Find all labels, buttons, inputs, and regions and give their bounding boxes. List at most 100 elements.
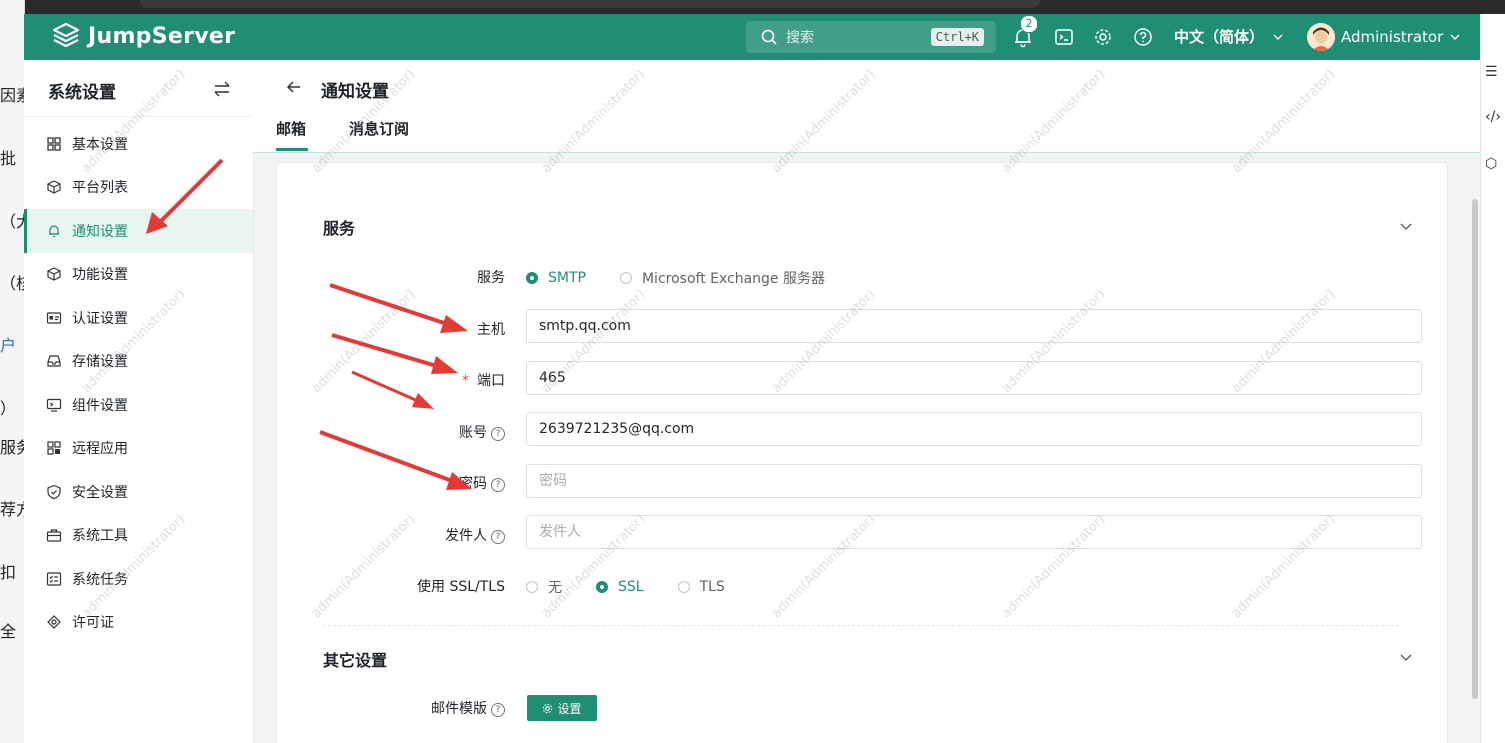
- browser-top-bar: [0, 0, 1505, 14]
- chevron-down-icon[interactable]: [1399, 650, 1413, 664]
- scrollbar[interactable]: [1472, 199, 1478, 699]
- template-label: 邮件模版: [431, 701, 487, 717]
- sender-field[interactable]: 发件人: [526, 515, 1422, 549]
- logo[interactable]: JumpServer: [52, 22, 235, 50]
- sidebar-item-label: 系统任务: [72, 571, 128, 588]
- radio-label: 无: [548, 580, 562, 596]
- port-label-row: * 端口: [285, 370, 505, 390]
- gear-icon: [543, 703, 553, 713]
- user-menu[interactable]: Administrator: [1307, 23, 1461, 51]
- sidebar-item-label: 许可证: [72, 615, 114, 632]
- radio-ssl[interactable]: SSL: [596, 579, 644, 595]
- radio-label: Microsoft Exchange 服务器: [641, 271, 825, 287]
- template-settings-button[interactable]: 设置: [527, 695, 597, 721]
- sidebar-item-component-settings[interactable]: 组件设置: [24, 383, 253, 427]
- radio-label: SSL: [618, 579, 644, 595]
- sidebar-item-storage-settings[interactable]: 存储设置: [24, 340, 253, 384]
- gear-icon[interactable]: [1092, 26, 1114, 48]
- sidebar-item-system-tools[interactable]: 系统工具: [24, 514, 253, 558]
- sidebar-item-remote-apps[interactable]: 远程应用: [24, 427, 253, 471]
- monitor-icon: [46, 398, 62, 412]
- sender-label-row: 发件人?: [285, 525, 505, 545]
- grid-icon: [47, 137, 61, 151]
- chevron-down-icon[interactable]: [1399, 219, 1413, 233]
- port-label: 端口: [477, 373, 505, 389]
- radio-dot: [526, 581, 538, 593]
- language-select[interactable]: 中文（简体）: [1174, 26, 1284, 47]
- account-label: 账号: [459, 425, 487, 441]
- swap-icon[interactable]: [212, 80, 232, 98]
- tab-active-indicator: [276, 148, 308, 151]
- ssl-radio-group: 无 SSL TLS: [526, 577, 759, 597]
- bell-icon: [49, 225, 59, 237]
- radio-dot: [526, 272, 538, 284]
- shield-icon: [47, 484, 61, 499]
- sidebar-item-platform-list[interactable]: 平台列表: [24, 166, 253, 210]
- top-header: JumpServer 搜索 Ctrl+K 2 中文（简体） Administra…: [24, 14, 1480, 60]
- sidebar-item-label: 安全设置: [72, 484, 128, 501]
- sidebar-item-label: 认证设置: [72, 310, 128, 327]
- background-window-right: ☰ ‹/› ⬡: [1480, 14, 1505, 743]
- search-placeholder: 搜索: [786, 30, 814, 46]
- logo-text: JumpServer: [88, 23, 236, 49]
- sender-label: 发件人: [445, 528, 487, 544]
- help-icon[interactable]: [1132, 26, 1154, 48]
- sidebar: 系统设置 基本设置 平台列表 通知设置 功能设置 认证设置 存储设置 组件设置 …: [24, 60, 254, 743]
- section-title-service: 服务: [323, 219, 356, 238]
- id-card-icon: [46, 312, 62, 324]
- host-field[interactable]: smtp.qq.com: [526, 309, 1422, 343]
- cube-icon: [47, 267, 61, 281]
- sidebar-item-feature-settings[interactable]: 功能设置: [24, 253, 253, 297]
- help-circle-icon[interactable]: ?: [491, 478, 505, 492]
- browser-address-bar: [140, 0, 1040, 8]
- sidebar-title: 系统设置: [48, 83, 116, 103]
- radio-smtp[interactable]: SMTP: [526, 270, 586, 286]
- page-title: 通知设置: [321, 82, 389, 102]
- sidebar-item-label: 平台列表: [72, 180, 128, 197]
- task-list-icon: [46, 572, 62, 586]
- box-icon: ⬡: [1485, 156, 1498, 172]
- help-circle-icon[interactable]: ?: [491, 427, 505, 441]
- tab-message-subscription[interactable]: 消息订阅: [349, 118, 409, 139]
- radio-none[interactable]: 无: [526, 577, 562, 597]
- sidebar-item-auth-settings[interactable]: 认证设置: [24, 296, 253, 340]
- password-field[interactable]: 密码: [526, 464, 1422, 498]
- help-circle-icon[interactable]: ?: [491, 530, 505, 544]
- account-field[interactable]: 2639721235@qq.com: [526, 412, 1422, 446]
- sidebar-item-label: 存储设置: [72, 354, 128, 371]
- background-text: 户: [0, 336, 17, 355]
- jumpserver-app: JumpServer 搜索 Ctrl+K 2 中文（简体） Administra…: [24, 14, 1480, 743]
- sidebar-item-label: 通知设置: [72, 223, 128, 240]
- radio-dot: [677, 581, 690, 593]
- host-label: 主机: [477, 322, 505, 338]
- radio-dot: [596, 581, 608, 593]
- ssl-label: 使用 SSL/TLS: [417, 579, 505, 595]
- sidebar-item-basic-settings[interactable]: 基本设置: [24, 122, 253, 166]
- sidebar-item-security-settings[interactable]: 安全设置: [24, 470, 253, 514]
- page-header: 通知设置 邮箱 消息订阅: [253, 60, 1480, 153]
- password-label-row: 密码?: [285, 473, 505, 493]
- apps-icon: [47, 441, 61, 455]
- tab-email[interactable]: 邮箱: [276, 118, 306, 139]
- background-text: 批: [0, 149, 17, 168]
- sidebar-item-notification-settings[interactable]: 通知设置: [24, 209, 253, 253]
- help-circle-icon[interactable]: ?: [491, 703, 505, 717]
- port-field[interactable]: 465: [526, 361, 1422, 395]
- search-input[interactable]: 搜索 Ctrl+K: [746, 21, 996, 53]
- search-icon: [761, 29, 777, 45]
- service-radio-group: SMTP Microsoft Exchange 服务器: [526, 268, 859, 288]
- radio-label: SMTP: [548, 270, 586, 286]
- radio-exchange[interactable]: Microsoft Exchange 服务器: [619, 268, 825, 288]
- template-button-label: 设置: [557, 701, 582, 716]
- notification-badge: 2: [1020, 15, 1038, 33]
- radio-tls[interactable]: TLS: [677, 579, 725, 595]
- inbox-icon: [47, 355, 61, 367]
- back-arrow-icon[interactable]: [285, 78, 303, 96]
- terminal-icon[interactable]: [1053, 26, 1075, 48]
- sidebar-menu: 基本设置 平台列表 通知设置 功能设置 认证设置 存储设置 组件设置 远程应用 …: [24, 122, 253, 644]
- template-label-row: 邮件模版?: [285, 698, 505, 718]
- sidebar-item-label: 组件设置: [72, 397, 128, 414]
- sidebar-item-system-tasks[interactable]: 系统任务: [24, 557, 253, 601]
- jumpserver-logo-icon: [52, 22, 80, 48]
- sidebar-item-license[interactable]: 许可证: [24, 601, 253, 645]
